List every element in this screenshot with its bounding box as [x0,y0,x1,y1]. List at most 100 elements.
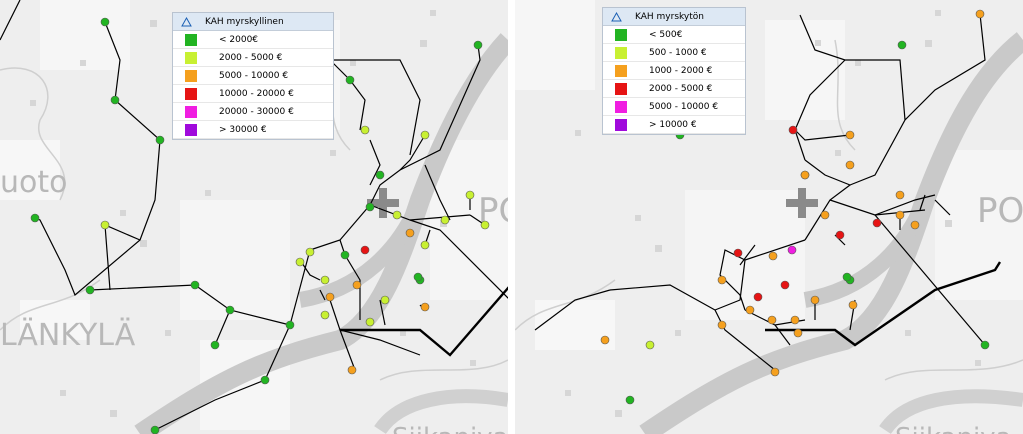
cost-marker[interactable] [910,220,920,230]
legend-title: KAH myrskyllinen [205,16,284,27]
legend-row: 500 - 1000 € [603,44,745,62]
cost-marker[interactable] [717,275,727,285]
legend-swatch [185,69,197,82]
cost-marker[interactable] [440,215,450,225]
legend-row: < 2000€ [173,31,333,49]
legend-left: KAH myrskyllinen < 2000€ 2000 - 5000 € 5… [172,12,334,140]
cost-marker[interactable] [85,285,95,295]
legend-swatch [615,82,627,95]
cost-marker[interactable] [800,170,810,180]
cost-marker[interactable] [897,40,907,50]
cost-marker[interactable] [420,130,430,140]
cost-marker[interactable] [848,300,858,310]
legend-row: 1000 - 2000 € [603,62,745,80]
cost-marker[interactable] [225,305,235,315]
cost-marker[interactable] [392,210,402,220]
cost-marker[interactable] [320,310,330,320]
cost-marker[interactable] [793,328,803,338]
cost-marker[interactable] [110,95,120,105]
legend-row: 5000 - 10000 € [173,67,333,85]
cost-marker[interactable] [975,9,985,19]
cost-marker[interactable] [788,125,798,135]
cost-marker[interactable] [473,40,483,50]
cost-marker[interactable] [790,315,800,325]
place-label: Siikaniva [392,423,508,434]
cost-marker[interactable] [420,302,430,312]
legend-label: 1000 - 2000 € [649,65,713,76]
cost-marker[interactable] [770,367,780,377]
cost-marker[interactable] [745,305,755,315]
cost-marker[interactable] [842,272,852,282]
cost-marker[interactable] [768,251,778,261]
cost-marker[interactable] [345,75,355,85]
cost-marker[interactable] [480,220,490,230]
cost-marker[interactable] [733,248,743,258]
legend-label: < 500€ [649,29,683,40]
cost-marker[interactable] [717,320,727,330]
cost-marker[interactable] [835,230,845,240]
cost-marker[interactable] [845,130,855,140]
cost-marker[interactable] [753,292,763,302]
legend-row: > 10000 € [603,116,745,134]
legend-swatch [615,46,627,59]
legend-row: < 500€ [603,26,745,44]
cost-marker[interactable] [872,218,882,228]
cost-marker[interactable] [305,247,315,257]
cost-marker[interactable] [645,340,655,350]
legend-swatch [185,123,197,136]
cost-marker[interactable] [405,228,415,238]
cost-marker[interactable] [360,245,370,255]
cost-marker[interactable] [210,340,220,350]
cost-marker[interactable] [295,257,305,267]
layer-triangle-icon [177,16,195,27]
cost-marker[interactable] [820,210,830,220]
legend-right: KAH myrskytön < 500€ 500 - 1000 € 1000 -… [602,7,746,135]
legend-title: KAH myrskytön [635,11,704,22]
cost-marker[interactable] [787,245,797,255]
cost-marker[interactable] [465,190,475,200]
cost-marker[interactable] [845,160,855,170]
cost-marker[interactable] [285,320,295,330]
cost-marker[interactable] [150,425,160,434]
cost-marker[interactable] [360,125,370,135]
legend-label: 500 - 1000 € [649,47,707,58]
cost-marker[interactable] [895,190,905,200]
map-canvas-right[interactable]: PO Siikaniva [515,0,1023,434]
cost-marker[interactable] [895,210,905,220]
legend-swatch [615,118,627,131]
cost-marker[interactable] [190,280,200,290]
cost-marker[interactable] [260,375,270,385]
cost-marker[interactable] [340,250,350,260]
legend-label: < 2000€ [219,34,259,45]
legend-row: 20000 - 30000 € [173,103,333,121]
cost-marker[interactable] [352,280,362,290]
cost-marker[interactable] [780,280,790,290]
cost-marker[interactable] [100,17,110,27]
map-panel-left[interactable]: uoto LÄNKYLÄ PO Siikaniva [0,0,508,434]
cost-marker[interactable] [375,170,385,180]
map-panel-right[interactable]: PO Siikaniva [515,0,1023,434]
cost-marker[interactable] [100,220,110,230]
cost-marker[interactable] [365,202,375,212]
cost-marker[interactable] [625,395,635,405]
cost-marker[interactable] [365,317,375,327]
cost-marker[interactable] [600,335,610,345]
cost-marker[interactable] [380,295,390,305]
cost-marker[interactable] [810,295,820,305]
cost-marker[interactable] [30,213,40,223]
cost-marker[interactable] [320,275,330,285]
cost-marker[interactable] [325,292,335,302]
cost-marker[interactable] [413,272,423,282]
legend-label: 2000 - 5000 € [219,52,283,63]
cost-marker[interactable] [767,315,777,325]
place-label: Siikaniva [895,423,1012,434]
map-divider [508,0,515,434]
legend-swatch [185,87,197,100]
legend-row: > 30000 € [173,121,333,139]
place-label: LÄNKYLÄ [0,317,136,353]
cost-marker[interactable] [155,135,165,145]
cost-marker[interactable] [420,240,430,250]
cost-marker[interactable] [347,365,357,375]
map-comparison: uoto LÄNKYLÄ PO Siikaniva [0,0,1023,434]
cost-marker[interactable] [980,340,990,350]
